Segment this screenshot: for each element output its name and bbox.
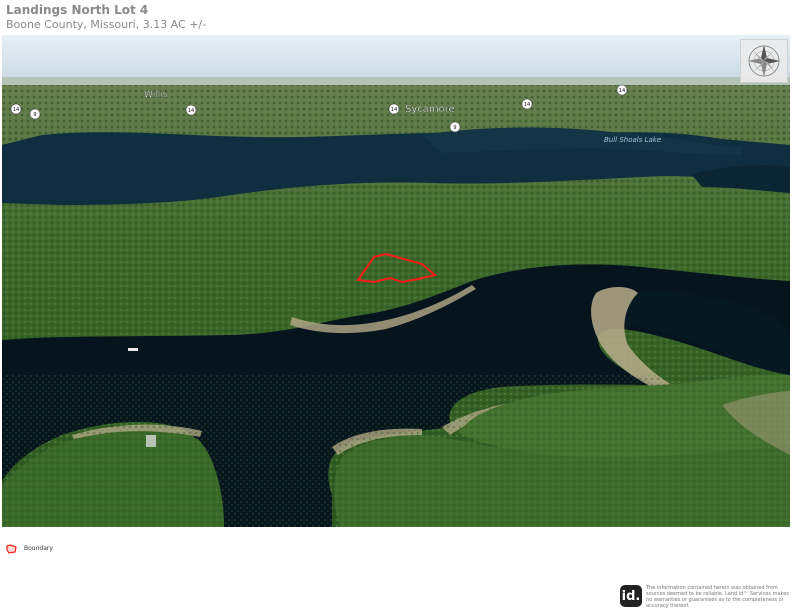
route-shield: 14 [185,104,197,116]
svg-text:9: 9 [33,112,36,118]
svg-text:14: 14 [391,107,397,113]
land-id-logo: id. [620,585,642,607]
route-shield: 14 [521,98,533,110]
place-label-willis: Willis [144,90,168,100]
svg-text:14: 14 [188,108,194,114]
route-shield: 9 [29,108,41,120]
place-label-sycamore: Sycamore [405,104,455,115]
route-shield: 14 [388,103,400,115]
route-shield: 14 [616,84,628,96]
compass-rose-icon[interactable] [740,39,788,83]
boundary-icon [6,539,18,558]
place-label-bull-shoals-lake: Bull Shoals Lake [604,136,661,144]
legend-boundary-label: Boundary [24,545,53,552]
disclaimer-text: The information contained herein was obt… [646,585,789,609]
svg-text:14: 14 [13,107,19,113]
marina-mark [146,435,156,447]
route-shield: 14 [10,103,22,115]
route-shield: 9 [449,121,461,133]
svg-text:14: 14 [619,88,625,94]
map-canvas: Willis Sycamore Bull Shoals Lake 14 9 14… [2,35,790,527]
page-subtitle: Boone County, Missouri, 3.13 AC +/- [6,18,207,31]
svg-text:14: 14 [524,102,530,108]
peninsula-texture [2,375,790,527]
page-title: Landings North Lot 4 [6,3,149,17]
svg-text:9: 9 [453,125,456,131]
footer: id. The information contained herein was… [620,585,792,609]
map-legend: Boundary [6,539,53,558]
aerial-map[interactable]: Willis Sycamore Bull Shoals Lake 14 9 14… [2,35,790,527]
boat-mark [128,348,138,351]
